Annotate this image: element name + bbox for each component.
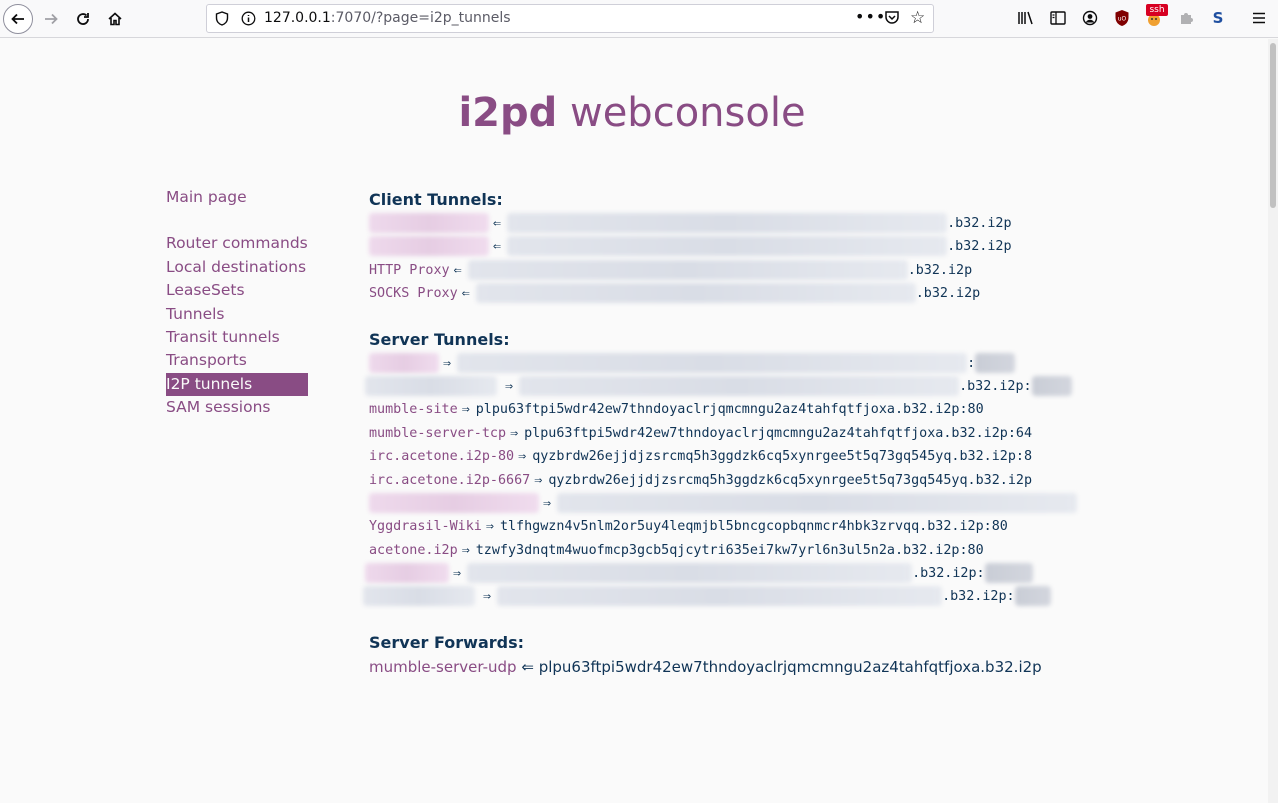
page-title-rest: webconsole xyxy=(557,90,806,136)
client-tunnel-row: SOCKS Proxy ⇐ .b32.i2p xyxy=(369,282,1249,305)
redacted-tunnel-name[interactable] xyxy=(369,352,439,373)
browser-toolbar: 127.0.0.1:7070/?page=i2p_tunnels ••• ☆ u… xyxy=(0,0,1278,38)
server-tunnel-row: ⇒: xyxy=(369,352,1249,375)
menu-transit-tunnels[interactable]: Transit tunnels xyxy=(166,326,308,349)
server-tunnel-row: Yggdrasil-Wiki ⇒ tlfhgwzn4v5nlm2or5uy4leqm… xyxy=(369,519,1008,535)
tunnels-content: Client Tunnels: ⇐ .b32.i2p ⇐ .b32.i2p HTTP… xyxy=(363,188,1249,679)
scrollbar-thumb[interactable] xyxy=(1270,43,1276,208)
ublock-icon[interactable]: uO xyxy=(1112,8,1132,28)
home-icon xyxy=(108,12,122,26)
page-title: i2pd webconsole xyxy=(0,90,1264,136)
tunnel-irc-acetone-80[interactable]: irc.acetone.i2p-80 xyxy=(369,449,514,464)
tunnel-destination: plpu63ftpi5wdr42ew7thndoyaclrjqmcmngu2az… xyxy=(524,425,1033,441)
redacted-port xyxy=(1031,375,1072,396)
redacted-tunnel-name[interactable] xyxy=(369,492,539,513)
page-actions-icon[interactable]: ••• xyxy=(855,7,886,26)
puzzle-extension-icon[interactable] xyxy=(1176,8,1196,28)
redacted-address xyxy=(467,563,913,584)
menu-transports[interactable]: Transports xyxy=(166,349,308,372)
redacted-address xyxy=(557,492,1078,513)
url-host: 127.0.0.1 xyxy=(264,10,331,26)
server-tunnel-row: mumble-server-tcp ⇒ plpu63ftpi5wdr42ew7thn… xyxy=(369,425,1033,441)
server-tunnel-row: irc.acetone.i2p-80 ⇒ qyzbrdw26ejjdjzsrcmq5… xyxy=(369,449,1033,465)
tunnel-irc-acetone-6667[interactable]: irc.acetone.i2p-6667 xyxy=(369,473,530,488)
tunnel-destination: qyzbrdw26ejjdjzsrcmq5h3ggdzk6cq5xynrgee5… xyxy=(532,449,1033,465)
client-tunnels-title: Client Tunnels: xyxy=(369,190,503,209)
url-text[interactable]: 127.0.0.1:7070/?page=i2p_tunnels xyxy=(264,10,511,26)
redacted-address xyxy=(507,236,948,257)
ssh-badge: ssh xyxy=(1146,4,1168,16)
pocket-icon[interactable] xyxy=(884,10,900,29)
url-bar[interactable]: 127.0.0.1:7070/?page=i2p_tunnels ••• ☆ xyxy=(206,4,934,33)
redacted-tunnel-name[interactable] xyxy=(365,375,497,396)
server-tunnels-title: Server Tunnels: xyxy=(369,329,510,349)
redacted-port xyxy=(975,352,1016,373)
tunnel-yggdrasil-wiki[interactable]: Yggdrasil-Wiki xyxy=(369,519,482,534)
server-forward-row: mumble-server-udp ⇐ plpu63ftpi5wdr42ew7t… xyxy=(369,655,1249,679)
reload-button[interactable] xyxy=(68,4,98,34)
menu-sam-sessions[interactable]: SAM sessions xyxy=(166,396,308,419)
arrow-right-icon xyxy=(45,13,58,25)
tunnel-mumble-server-tcp[interactable]: mumble-server-tcp xyxy=(369,426,506,441)
menu-local-destinations[interactable]: Local destinations xyxy=(166,256,308,279)
menu-leasesets[interactable]: LeaseSets xyxy=(166,279,308,302)
redacted-address xyxy=(507,213,948,233)
library-icon[interactable] xyxy=(1016,8,1036,28)
server-tunnel-row: acetone.i2p ⇒ tzwfy3dnqtm4wuofmcp3gcb5qjcy… xyxy=(369,542,984,558)
sidebar-icon[interactable] xyxy=(1048,8,1068,28)
scrollbar[interactable] xyxy=(1268,39,1278,803)
server-tunnel-row: ⇒ xyxy=(369,492,1249,515)
forward-button[interactable] xyxy=(36,4,66,34)
hamburger-menu-icon[interactable] xyxy=(1249,8,1269,28)
tunnel-destination: tlfhgwzn4v5nlm2or5uy4leqmjbl5bncgcopbqnm… xyxy=(499,519,1008,535)
server-tunnel-row: mumble-site ⇒ plpu63ftpi5wdr42ew7thndoyacl… xyxy=(369,402,984,418)
server-tunnel-row: ⇒ .b32.i2p: xyxy=(363,585,1249,608)
page-title-bold: i2pd xyxy=(458,90,558,136)
redacted-tunnel-name[interactable] xyxy=(369,236,489,257)
redacted-address xyxy=(457,352,968,373)
info-icon[interactable] xyxy=(241,11,256,30)
home-button[interactable] xyxy=(100,4,130,34)
server-tunnel-row: ⇒ .b32.i2p: xyxy=(365,562,1249,585)
arrow-left-icon xyxy=(11,13,24,25)
back-button[interactable] xyxy=(3,4,33,34)
tunnel-destination: qyzbrdw26ejjdjzsrcmq5h3ggdzk6cq5xynrgee5… xyxy=(548,472,1033,488)
menu-tunnels[interactable]: Tunnels xyxy=(166,303,308,326)
sidebar-menu: Main page Router commands Local destinat… xyxy=(166,186,308,420)
redacted-tunnel-name[interactable] xyxy=(365,563,449,584)
redacted-tunnel-name[interactable] xyxy=(369,213,489,233)
menu-router-commands[interactable]: Router commands xyxy=(166,232,308,255)
client-tunnel-row: ⇐ .b32.i2p xyxy=(369,235,1249,258)
s-extension-icon[interactable]: S xyxy=(1208,8,1228,28)
redacted-address xyxy=(475,283,916,304)
client-tunnel-row: HTTP Proxy ⇐ .b32.i2p xyxy=(369,259,1249,282)
redacted-address xyxy=(497,586,943,607)
menu-i2p-tunnels[interactable]: I2P tunnels xyxy=(166,372,308,397)
redacted-tunnel-name[interactable] xyxy=(363,586,475,607)
tunnel-destination: plpu63ftpi5wdr42ew7thndoyaclrjqmcmngu2az… xyxy=(475,402,984,418)
account-icon[interactable] xyxy=(1080,8,1100,28)
forward-arrow: ⇐ xyxy=(521,657,534,676)
http-proxy-link[interactable]: HTTP Proxy xyxy=(369,263,450,278)
client-tunnel-row: ⇐ .b32.i2p xyxy=(369,212,1249,235)
reload-icon xyxy=(77,13,89,25)
forward-mumble-server-udp[interactable]: mumble-server-udp xyxy=(369,658,517,676)
tunnel-destination: tzwfy3dnqtm4wuofmcp3gcb5qjcytri635ei7kw7… xyxy=(475,542,984,558)
redacted-address xyxy=(467,259,908,280)
svg-text:uO: uO xyxy=(1118,16,1127,23)
url-path: :7070/?page=i2p_tunnels xyxy=(330,10,511,26)
server-tunnel-row: ⇒ .b32.i2p: xyxy=(365,375,1249,398)
redacted-port xyxy=(984,563,1033,584)
server-forwards-title: Server Forwards: xyxy=(369,632,525,652)
forward-destination: plpu63ftpi5wdr42ew7thndoyaclrjqmcmngu2az… xyxy=(538,657,1042,676)
bookmark-star-icon[interactable]: ☆ xyxy=(910,8,925,28)
socks-proxy-link[interactable]: SOCKS Proxy xyxy=(369,286,458,301)
redacted-address xyxy=(519,375,960,396)
menu-main-page[interactable]: Main page xyxy=(166,186,308,209)
tunnel-acetone-i2p[interactable]: acetone.i2p xyxy=(369,543,458,558)
server-tunnel-row: irc.acetone.i2p-6667 ⇒ qyzbrdw26ejjdjzsrcm… xyxy=(369,472,1033,488)
tunnel-mumble-site[interactable]: mumble-site xyxy=(369,402,458,417)
shield-icon[interactable] xyxy=(215,11,229,30)
redacted-port xyxy=(1014,586,1051,607)
